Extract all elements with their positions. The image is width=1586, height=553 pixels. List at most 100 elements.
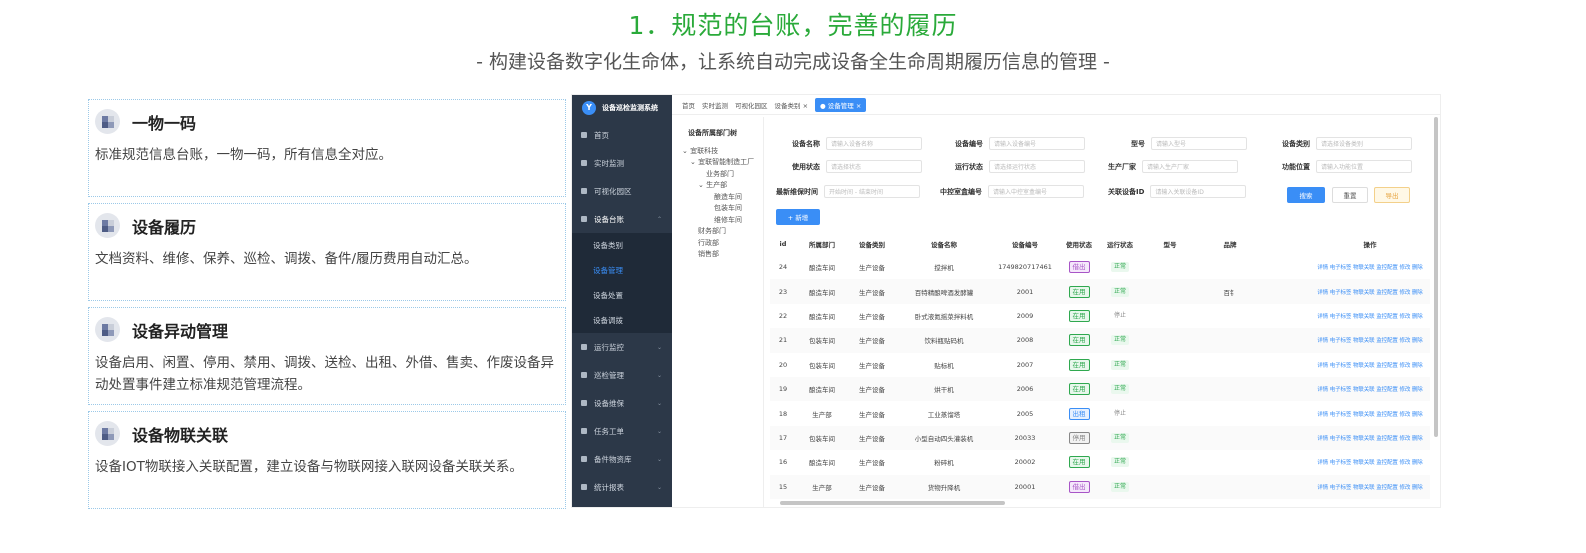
feature-desc: 设备IOT物联接入关联配置，建立设备与物联网接入联网设备关联关系。 [95,459,523,475]
table-cell: 生产设备 [859,434,885,443]
table-cell: 百钅 [1223,288,1237,297]
feature-icon [95,109,120,134]
add-button[interactable]: + 新增 [776,209,820,225]
sidebar-item[interactable]: 设备台账 ⌃ [572,205,672,233]
tree-node[interactable]: 财务部门 [682,226,763,238]
filter-input[interactable]: 请选择设备类别 [1316,137,1412,150]
filter-field: 设备类别 请选择设备类别 [1282,137,1412,150]
filter-input[interactable]: 请输入型号 [1151,137,1247,150]
sidebar-item[interactable]: 任务工单 ⌄ [572,417,672,445]
table-cell: 生产部 [812,483,832,492]
table-cell: 在用 [1058,285,1100,298]
sidebar-item[interactable]: 设备类别 [572,233,672,258]
run-status-badge: 正常 [1110,481,1129,492]
row-actions[interactable]: 详情 电子标签 物联关联 监控配置 修改 删除 [1317,460,1423,466]
filter-input[interactable]: 请输入生产厂家 [1142,160,1238,173]
table-row[interactable]: 24 酿造车间 生产设备 搅拌机 1749820717461 借出 正常 详情 电子标签 物联… [770,255,1430,279]
sidebar-item[interactable]: 运行监控 ⌄ [572,333,672,361]
tab[interactable]: 首页 [682,100,695,110]
table-cell: 烘干机 [934,386,954,395]
filter-input[interactable]: 请输入中控室盒编号 [988,185,1084,198]
tree-node[interactable]: 销售部 [682,249,763,261]
filter-field: 关联设备ID 请输入关联设备ID [1108,185,1247,198]
tree-node[interactable]: ⌄ 生产部 [682,180,763,192]
feature-title: 一物一码 [132,114,197,133]
tab[interactable]: 实时监测 [702,100,728,110]
table-row[interactable]: 16 酿造车间 生产设备 粉碎机 20002 在用 正常 详情 电子标签 物联关联 监控配置 … [770,450,1430,474]
sidebar-item[interactable]: 巡检管理 ⌄ [572,361,672,389]
sidebar-item[interactable]: 设备管理 [572,258,672,283]
feature-icon [95,317,120,342]
table-cell: 在用 [1058,456,1100,469]
vertical-scrollbar[interactable] [1434,117,1438,437]
reset-button[interactable]: 重置 [1332,187,1368,203]
filter-input[interactable]: 请选择运行状态 [989,160,1085,173]
table-row[interactable]: 15 生产部 生产设备 货物升降机 20001 借出 正常 详情 电子标签 物联关联 监控配置… [770,474,1430,499]
row-actions[interactable]: 详情 电子标签 物联关联 监控配置 修改 删除 [1317,338,1423,344]
menu-icon [581,188,587,194]
row-actions[interactable]: 详情 电子标签 物联关联 监控配置 修改 删除 [1317,485,1423,491]
filter-label: 最新维保时间 [776,187,818,196]
table-row[interactable]: 17 包装车间 生产设备 小型自动四头灌装机 20033 停用 正常 详情 电子标签 物联关联… [770,425,1430,451]
table-cell: 详情 电子标签 物联关联 监控配置 修改 删除 [1260,410,1440,418]
tree-node[interactable]: 业务部门 [682,169,763,181]
run-status-badge: 正常 [1110,457,1129,468]
sidebar-item[interactable]: 设备维保 ⌄ [572,389,672,417]
table-row[interactable]: 21 包装车间 生产设备 饮料瓶贴码机 2008 在用 正常 详情 电子标签 物联关联 监控配… [770,328,1430,353]
filter-input[interactable]: 请输入设备编号 [989,137,1085,150]
tree-node[interactable]: ⌄ 宜联科技 [682,146,763,158]
export-button[interactable]: 导出 [1374,187,1410,203]
run-status-badge: 正常 [1110,335,1129,346]
tree-node[interactable]: 包装车间 [682,203,763,215]
sidebar-item[interactable]: 备件物资库 ⌄ [572,445,672,473]
use-status-badge: 在用 [1068,334,1090,347]
table-cell: 正常 [1100,457,1140,468]
sidebar-item[interactable]: 统计报表 ⌄ [572,473,672,501]
row-actions[interactable]: 详情 电子标签 物联关联 监控配置 修改 删除 [1317,290,1423,296]
table-cell: 15 [778,482,788,491]
tree-node[interactable]: ⌄ 宜联智能制造工厂 [682,157,763,169]
app-logo: Y 设备巡检监测系统 [572,95,672,121]
table-cell: 20002 [1014,458,1036,467]
filter-input[interactable]: 请输入功能位置 [1316,160,1412,173]
sidebar-item[interactable]: 设备调拨 [572,308,672,333]
filter-input[interactable]: 开始时间 - 结束时间 [824,185,920,198]
row-actions[interactable]: 详情 电子标签 物联关联 监控配置 修改 删除 [1317,314,1423,320]
tree-node[interactable]: 行政部 [682,238,763,250]
row-actions[interactable]: 详情 电子标签 物联关联 监控配置 修改 删除 [1317,387,1423,393]
filter-label: 使用状态 [792,162,820,171]
sidebar-item[interactable]: 实时监测 [572,149,672,177]
table-cell: 出租 [1058,407,1100,420]
column-header: 设备编号 [1012,241,1038,249]
table-cell: 22 [778,311,788,320]
row-actions[interactable]: 详情 电子标签 物联关联 监控配置 修改 删除 [1317,363,1423,369]
filter-input[interactable]: 请输入设备名称 [826,137,922,150]
filter-label: 功能位置 [1282,162,1310,171]
feature-title: 设备物联关联 [132,426,229,445]
table-row[interactable]: 18 生产部 生产设备 工业蒸馏塔 2005 出租 停止 详情 电子标签 物联关联 监控配置 … [770,401,1430,425]
sidebar-item-label: 首页 [594,130,609,140]
tab[interactable]: 设备类别 × [775,100,809,110]
table-row[interactable]: 22 酿造车间 生产设备 卧式液氮摇菜拌料机 2009 在用 停止 详情 电子标签 物联关联 … [770,304,1430,328]
tree-node[interactable]: 维修车间 [682,215,763,227]
row-actions[interactable]: 详情 电子标签 物联关联 监控配置 修改 删除 [1317,265,1423,271]
sidebar-item[interactable]: 设备处置 [572,283,672,308]
table-cell: 停用 [1058,431,1100,444]
table-cell: 生产设备 [859,483,885,492]
filter-input[interactable]: 请输入关联设备ID [1150,185,1247,198]
row-actions[interactable]: 详情 电子标签 物联关联 监控配置 修改 删除 [1317,412,1423,418]
tab[interactable]: 可视化园区 [735,100,768,110]
table-row[interactable]: 20 包装车间 生产设备 贴标机 2007 在用 正常 详情 电子标签 物联关联 监控配置 修… [770,353,1430,377]
table-cell: 包装车间 [809,434,835,443]
filter-input[interactable]: 请选择状态 [826,160,922,173]
tree-node[interactable]: 酿造车间 [682,192,763,204]
table-row[interactable]: 23 酿造车间 生产设备 百特精酿啤酒发酵罐 2001 在用 正常 百钅 详情 电子标签 物联关… [770,279,1430,304]
tab[interactable]: ● 设备管理 × [815,97,867,112]
column-header: 操作 [1363,241,1377,249]
row-actions[interactable]: 详情 电子标签 物联关联 监控配置 修改 删除 [1317,436,1423,442]
table-row[interactable]: 19 酿造车间 生产设备 烘干机 2006 在用 正常 详情 电子标签 物联关联 监控配置 修… [770,376,1430,402]
horizontal-scrollbar[interactable] [770,500,1430,505]
sidebar-item[interactable]: 可视化园区 [572,177,672,205]
sidebar-item[interactable]: 首页 [572,121,672,149]
search-button[interactable]: 搜索 [1287,187,1325,203]
